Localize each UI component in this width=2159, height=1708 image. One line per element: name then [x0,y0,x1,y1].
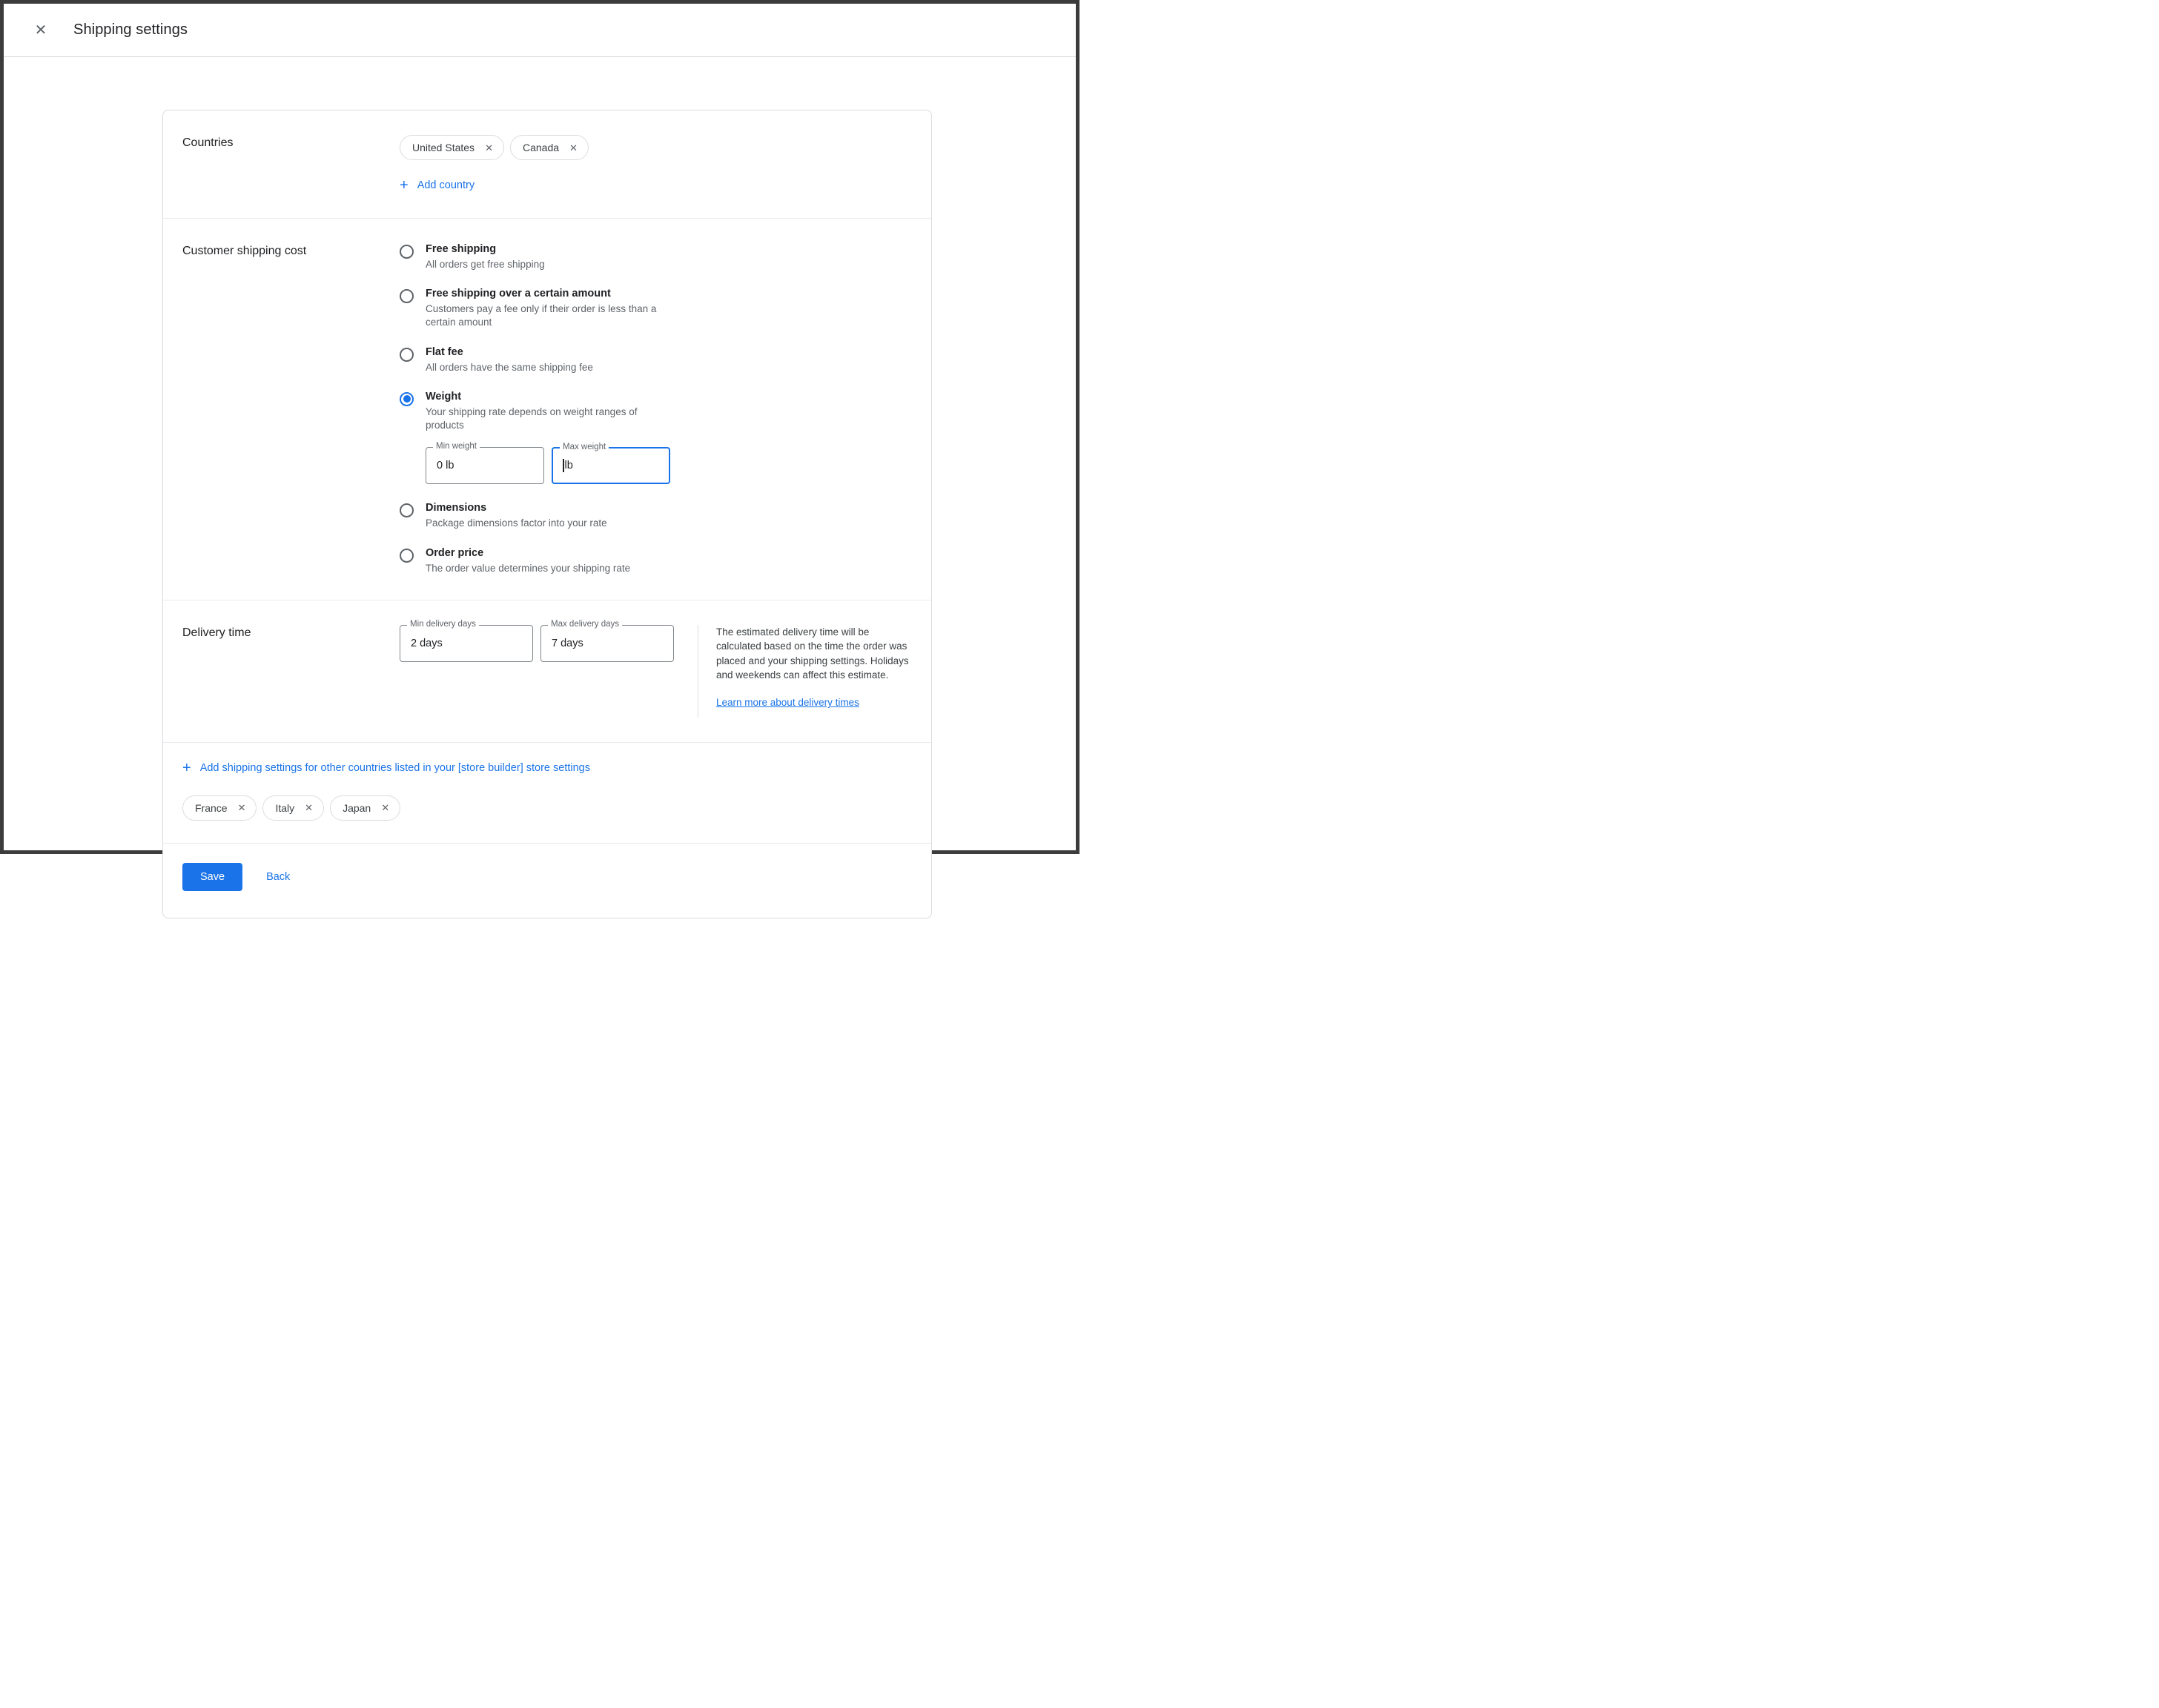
countries-label: Countries [182,135,400,193]
other-countries-section: + Add shipping settings for other countr… [163,742,931,843]
add-country-label: Add country [417,179,475,191]
country-chip-canada[interactable]: Canada ✕ [510,135,589,160]
page-title: Shipping settings [73,21,188,39]
option-title: Flat fee [426,346,593,358]
option-title: Dimensions [426,502,607,514]
delivery-help-text: The estimated delivery time will be calc… [716,625,912,683]
plus-icon: + [400,178,409,193]
max-delivery-days-field[interactable]: Max delivery days 7 days [540,625,674,662]
remove-country-icon[interactable]: ✕ [237,801,248,814]
option-flat-fee: Flat fee All orders have the same shippi… [400,346,912,374]
back-button[interactable]: Back [266,871,290,883]
radio-free-shipping-over-amount[interactable] [400,289,414,303]
remove-country-icon[interactable]: ✕ [303,801,314,814]
text-cursor [563,459,564,472]
save-button[interactable]: Save [182,863,242,891]
option-desc: Package dimensions factor into your rate [426,517,607,530]
add-other-countries-button[interactable]: + Add shipping settings for other countr… [182,761,590,775]
plus-icon: + [182,761,191,775]
option-order-price: Order price The order value determines y… [400,547,912,575]
min-weight-label: Min weight [433,442,480,451]
option-title: Free shipping [426,243,545,255]
shipping-settings-card: Countries United States ✕ Canada ✕ + Add… [162,110,932,918]
shipping-settings-page: { "colors": { "accent": "#1a73e8", "text… [0,0,1080,854]
max-weight-value: lb [565,460,573,471]
max-weight-field[interactable]: Max weight lb [552,447,670,484]
option-title: Weight [426,391,670,403]
option-desc: All orders get free shipping [426,258,545,271]
option-weight: Weight Your shipping rate depends on wei… [400,391,912,432]
option-desc: All orders have the same shipping fee [426,361,593,374]
max-delivery-days-label: Max delivery days [548,620,622,629]
country-chip-france[interactable]: France ✕ [182,795,257,821]
radio-weight[interactable] [400,392,414,406]
chip-label: Japan [343,802,371,814]
weight-fields-row: Min weight 0 lb Max weight lb [426,447,912,484]
option-desc: The order value determines your shipping… [426,562,630,575]
radio-dimensions[interactable] [400,503,414,517]
min-delivery-days-field[interactable]: Min delivery days 2 days [400,625,533,662]
option-free-shipping-over-amount: Free shipping over a certain amount Cust… [400,288,912,329]
delivery-fields-row: Min delivery days 2 days Max delivery da… [400,625,674,662]
option-desc: Your shipping rate depends on weight ran… [426,406,670,432]
option-title: Free shipping over a certain amount [426,288,670,299]
dialog-header: ✕ Shipping settings [4,4,1076,57]
countries-section: Countries United States ✕ Canada ✕ + Add… [163,110,931,218]
min-weight-value: 0 lb [437,460,454,471]
other-countries-chip-row: France ✕ Italy ✕ Japan ✕ [182,795,912,821]
country-chip-japan[interactable]: Japan ✕ [330,795,400,821]
remove-country-icon[interactable]: ✕ [483,142,495,154]
min-weight-field[interactable]: Min weight 0 lb [426,447,544,484]
remove-country-icon[interactable]: ✕ [380,801,391,814]
remove-country-icon[interactable]: ✕ [568,142,579,154]
countries-chip-row: United States ✕ Canada ✕ [400,135,912,160]
learn-more-delivery-times-link[interactable]: Learn more about delivery times [716,695,859,710]
country-chip-italy[interactable]: Italy ✕ [262,795,324,821]
max-delivery-days-value: 7 days [552,638,583,649]
min-delivery-days-label: Min delivery days [407,620,479,629]
option-dimensions: Dimensions Package dimensions factor int… [400,502,912,530]
delivery-time-section: Delivery time Min delivery days 2 days M… [163,600,931,742]
country-chip-united-states[interactable]: United States ✕ [400,135,504,160]
chip-label: Canada [523,142,559,153]
delivery-time-label: Delivery time [182,625,400,718]
add-other-countries-label: Add shipping settings for other countrie… [200,762,590,774]
radio-free-shipping[interactable] [400,245,414,259]
option-free-shipping: Free shipping All orders get free shippi… [400,243,912,271]
min-delivery-days-value: 2 days [411,638,443,649]
close-icon[interactable]: ✕ [27,17,54,44]
chip-label: United States [412,142,475,153]
shipping-cost-section: Customer shipping cost Free shipping All… [163,218,931,600]
radio-order-price[interactable] [400,549,414,563]
max-weight-label: Max weight [560,443,609,451]
chip-label: Italy [275,802,294,814]
add-country-button[interactable]: + Add country [400,178,475,193]
shipping-cost-label: Customer shipping cost [182,243,400,575]
footer: Save Back [163,843,931,918]
radio-flat-fee[interactable] [400,348,414,362]
chip-label: France [195,802,228,814]
option-title: Order price [426,547,630,559]
option-desc: Customers pay a fee only if their order … [426,302,670,329]
